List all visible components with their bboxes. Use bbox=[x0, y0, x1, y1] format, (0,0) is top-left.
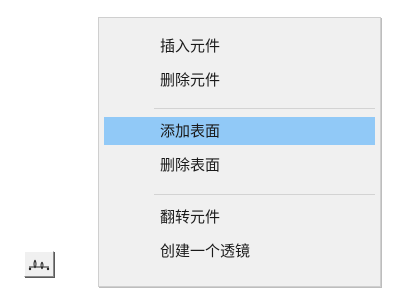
menu-item-create-lens[interactable]: 创建一个透镜 bbox=[104, 237, 375, 265]
menu-item-flip-element[interactable]: 翻转元件 bbox=[104, 203, 375, 231]
menu-item-delete-element[interactable]: 删除元件 bbox=[104, 66, 375, 94]
lens-element-icon bbox=[28, 259, 50, 271]
lens-tool-button[interactable] bbox=[24, 251, 54, 277]
menu-item-delete-surface[interactable]: 删除表面 bbox=[104, 151, 375, 179]
menu-separator bbox=[154, 108, 375, 109]
menu-item-add-surface[interactable]: 添加表面 bbox=[104, 117, 375, 145]
menu-item-insert-element[interactable]: 插入元件 bbox=[104, 32, 375, 60]
context-menu: 插入元件 删除元件 添加表面 删除表面 翻转元件 创建一个透镜 bbox=[98, 17, 381, 287]
menu-separator bbox=[154, 194, 375, 195]
